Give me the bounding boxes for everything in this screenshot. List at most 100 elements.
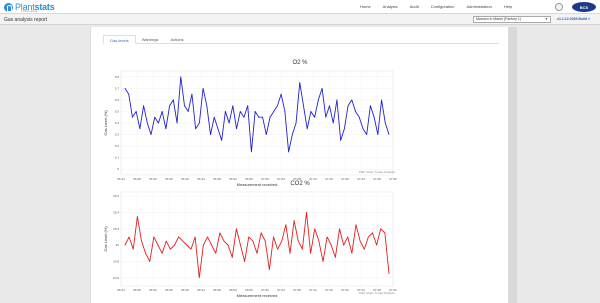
user-avatar-icon[interactable] bbox=[555, 3, 563, 11]
data-point bbox=[239, 111, 241, 112]
data-point bbox=[228, 122, 230, 124]
data-point bbox=[172, 99, 174, 101]
data-point bbox=[165, 240, 167, 242]
data-point bbox=[343, 244, 344, 246]
data-point bbox=[145, 252, 146, 254]
nav-item-home[interactable]: Home bbox=[360, 4, 371, 9]
nav-item-analysis[interactable]: Analysis bbox=[383, 4, 398, 9]
data-point bbox=[351, 252, 353, 254]
data-point bbox=[373, 116, 375, 118]
data-point bbox=[381, 99, 382, 101]
y-tick-label: 5.1 bbox=[115, 156, 120, 160]
x-tick-label: 06:44 bbox=[197, 288, 205, 292]
data-point bbox=[132, 116, 133, 118]
o2-chart-credit: PHP Chart: 5 Gas Analysis bbox=[359, 170, 395, 174]
plot-area bbox=[120, 191, 394, 287]
x-tick-label: 07:04 bbox=[277, 288, 285, 292]
data-point bbox=[211, 244, 212, 246]
data-point bbox=[221, 139, 223, 141]
data-point bbox=[264, 240, 266, 242]
data-point bbox=[251, 151, 252, 153]
x-tick-label: 06:56 bbox=[245, 288, 253, 292]
nav-item-administration[interactable]: Administration bbox=[467, 4, 492, 9]
data-point bbox=[199, 122, 200, 124]
data-point bbox=[351, 99, 353, 101]
data-point bbox=[244, 261, 245, 262]
data-point bbox=[191, 93, 193, 95]
data-point bbox=[277, 105, 278, 107]
data-point bbox=[335, 257, 336, 258]
report-panel: Gas levels Warnings Actions O2 % 5.8 5.7 5… bbox=[90, 27, 509, 303]
data-point bbox=[150, 134, 152, 135]
data-point bbox=[280, 93, 282, 95]
data-point bbox=[132, 248, 134, 250]
data-point bbox=[273, 236, 274, 238]
y-tick-label: 5.4 bbox=[115, 121, 120, 125]
y-tick-label: 25.4 bbox=[113, 210, 119, 214]
x-tick-label: 07:08 bbox=[293, 288, 301, 292]
data-point bbox=[388, 273, 390, 275]
x-axis-label: Measurement received bbox=[237, 293, 278, 298]
data-point bbox=[306, 128, 308, 130]
data-point bbox=[347, 236, 349, 238]
data-point bbox=[206, 105, 208, 107]
data-point bbox=[288, 151, 289, 153]
site-select-value: Marston in Marsh (Factory 1) bbox=[476, 17, 521, 21]
tab-warnings[interactable]: Warnings bbox=[136, 35, 165, 43]
data-point bbox=[368, 236, 369, 238]
data-point bbox=[355, 111, 356, 112]
site-select[interactable]: Marston in Marsh (Factory 1) ▼ bbox=[473, 16, 551, 23]
x-tick-label: 07:00 bbox=[261, 288, 269, 292]
data-point bbox=[384, 122, 386, 124]
data-point bbox=[265, 134, 267, 135]
data-point bbox=[146, 122, 148, 124]
x-tick-label: 06:32 bbox=[149, 288, 157, 292]
x-tick-label: 07:12 bbox=[309, 288, 317, 292]
data-point bbox=[236, 228, 237, 230]
data-point bbox=[236, 128, 237, 130]
page-title: Gas analysis report bbox=[4, 17, 48, 23]
nav-item-audit[interactable]: Audit bbox=[410, 4, 419, 9]
tab-gas-levels[interactable]: Gas levels bbox=[103, 35, 136, 44]
data-point bbox=[325, 116, 327, 118]
data-point bbox=[139, 128, 141, 130]
y-tick-label: 24.8 bbox=[113, 259, 119, 263]
tab-actions[interactable]: Actions bbox=[164, 35, 189, 43]
nav-item-help[interactable]: Help bbox=[504, 4, 512, 9]
y-axis-label: Gas Level (%) bbox=[103, 110, 108, 136]
data-point bbox=[154, 116, 156, 118]
data-point bbox=[176, 122, 178, 124]
data-point bbox=[262, 116, 263, 118]
data-point bbox=[195, 128, 196, 130]
data-point bbox=[143, 105, 144, 107]
data-point bbox=[231, 257, 233, 258]
data-point bbox=[297, 240, 299, 242]
version-menu[interactable]: v1.1.12.2035 Build ▾ bbox=[557, 17, 590, 21]
chevron-down-icon: ▼ bbox=[545, 17, 548, 21]
brand-badge: BCS bbox=[572, 2, 596, 12]
data-point bbox=[359, 240, 361, 242]
data-point bbox=[355, 224, 357, 226]
data-point bbox=[194, 236, 196, 238]
data-point bbox=[332, 122, 334, 124]
data-point bbox=[225, 111, 226, 112]
data-point bbox=[247, 105, 249, 107]
x-tick-label: 07:16 bbox=[325, 288, 333, 292]
data-point bbox=[326, 236, 328, 238]
data-point bbox=[210, 134, 211, 135]
data-point bbox=[388, 134, 390, 135]
data-point bbox=[157, 244, 159, 246]
page-scrollbar[interactable] bbox=[509, 27, 517, 303]
data-point bbox=[180, 76, 182, 78]
logo-icon bbox=[4, 2, 13, 12]
data-point bbox=[256, 252, 258, 254]
data-point bbox=[293, 220, 295, 221]
data-point bbox=[281, 240, 283, 242]
top-navigation-bar: Plantstats a Plant service Home Analysis… bbox=[0, 0, 600, 14]
report-tabs: Gas levels Warnings Actions bbox=[103, 35, 499, 44]
data-point bbox=[141, 240, 142, 242]
data-point bbox=[299, 82, 301, 83]
data-point bbox=[219, 232, 221, 234]
logo-suffix: stats bbox=[34, 2, 55, 12]
nav-item-configuration[interactable]: Configuration bbox=[431, 4, 455, 9]
